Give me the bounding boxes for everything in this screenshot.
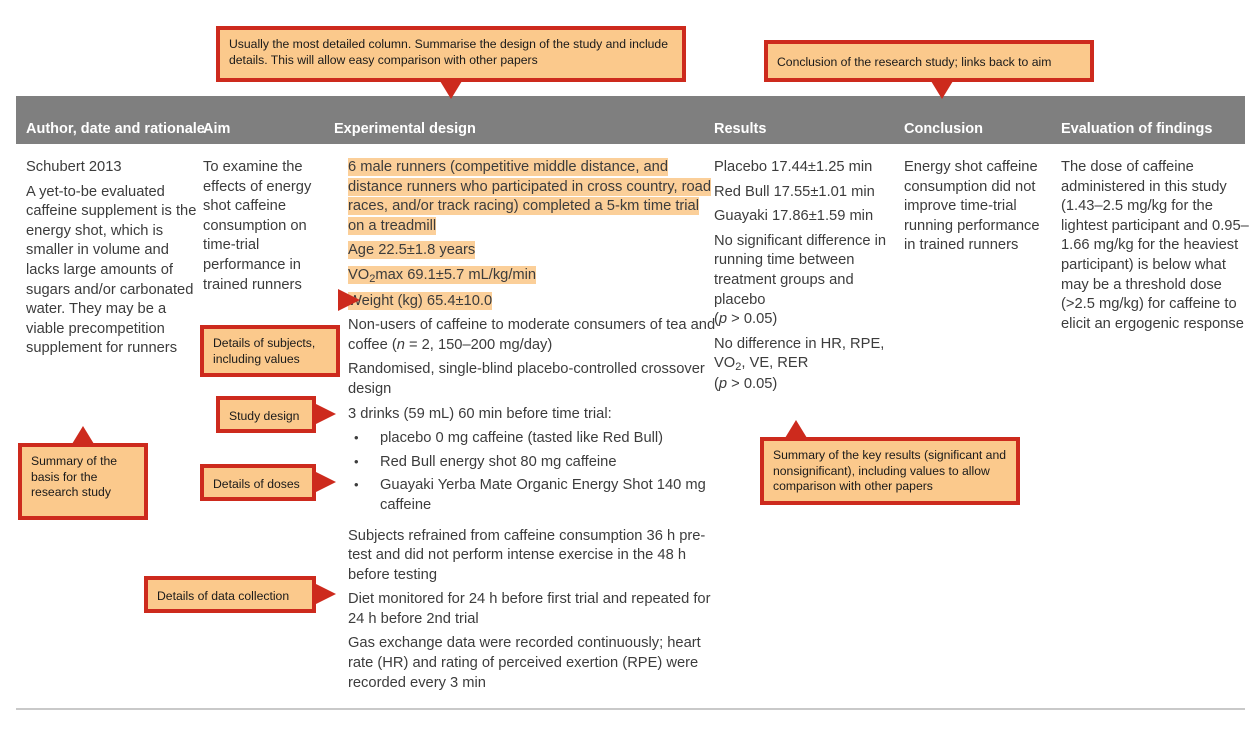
callout-pointer-right-data-collection — [314, 583, 336, 605]
design-caffeine-users-n: n — [396, 336, 405, 353]
design-weight-highlight: Weight (kg) 65.4±10.0 — [348, 291, 718, 312]
conclusion-text: Energy shot caffeine consumption did not… — [904, 159, 1040, 254]
cell-conclusion: Energy shot caffeine consumption did not… — [904, 158, 1049, 256]
column-header-aim-label: Aim — [203, 121, 231, 137]
bottom-divider — [16, 708, 1245, 710]
results-hr-b: , VE, RER — [741, 355, 809, 372]
callout-details-of-data-collection: Details of data collection — [144, 576, 316, 613]
column-header-evaluation-label: Evaluation of findings — [1061, 121, 1213, 137]
cell-evaluation: The dose of caffeine administered in thi… — [1061, 158, 1251, 334]
callout-study-design-text: Study design — [229, 409, 300, 423]
design-study-design-text: Randomised, single-blind placebo-control… — [348, 361, 705, 397]
results-vo2-subscript: 2 — [735, 361, 742, 374]
callout-pointer-up-key-results — [785, 420, 807, 438]
design-vo2max-highlight: VO2max 69.1±5.7 mL/kg/min — [348, 265, 718, 287]
evaluation-text: The dose of caffeine administered in thi… — [1061, 159, 1249, 332]
callout-details-of-subjects: Details of subjects, including values — [200, 325, 340, 377]
design-age-text: Age 22.5±1.8 years — [348, 241, 476, 260]
column-header-aim: Aim — [203, 121, 323, 138]
design-caffeine-users: Non-users of caffeine to moderate consum… — [348, 316, 718, 355]
design-measurements-text: Gas exchange data were recorded continuo… — [348, 635, 701, 691]
column-header-results-label: Results — [714, 121, 767, 137]
results-no-significant-difference: No significant difference in running tim… — [714, 232, 894, 330]
cell-experimental-design: 6 male runners (competitive middle dista… — [348, 158, 718, 693]
callout-pointer-right-study-design — [314, 403, 336, 425]
design-vo2max-suffix: max 69.1±5.7 mL/kg/min — [375, 266, 537, 283]
results-p-close: > 0.05) — [727, 311, 778, 328]
column-header-evaluation: Evaluation of findings — [1061, 121, 1241, 138]
callout-summary-of-key-results: Summary of the key results (significant … — [760, 437, 1020, 505]
results-p2-symbol: p — [718, 375, 728, 392]
callout-pointer-down-conclusion — [931, 81, 953, 99]
author-citation: Schubert 2013 — [26, 159, 122, 175]
callout-pointer-right-subjects — [338, 289, 360, 311]
callout-details-of-data-collection-text: Details of data collection — [157, 589, 290, 603]
callout-summary-of-basis-text: Summary of the basis for the research st… — [31, 454, 118, 499]
results-redbull: Red Bull 17.55±1.01 min — [714, 183, 875, 200]
column-header-author-label: Author, date and rationale — [26, 121, 205, 137]
callout-experimental-design-text: Usually the most detailed column. Summar… — [229, 37, 668, 67]
callout-conclusion: Conclusion of the research study; links … — [764, 40, 1094, 82]
callout-summary-of-basis: Summary of the basis for the research st… — [18, 443, 148, 520]
comparison-table: Author, date and rationale Aim Experimen… — [16, 96, 1249, 718]
design-vo2max-prefix: VO — [348, 266, 370, 283]
author-rationale-text: A yet-to-be evaluated caffeine supplemen… — [26, 183, 197, 357]
callout-pointer-right-doses — [314, 471, 336, 493]
column-header-experimental-design: Experimental design — [334, 121, 664, 138]
design-drinks-intro: 3 drinks (59 mL) 60 min before time tria… — [348, 405, 612, 422]
callout-details-of-subjects-text: Details of subjects, including values — [213, 336, 316, 366]
column-header-conclusion-label: Conclusion — [904, 121, 983, 137]
design-caffeine-users-b: = 2, 150–200 mg/day) — [404, 336, 553, 353]
design-vo2max-subscript: 2 — [369, 272, 376, 285]
list-item: Red Bull energy shot 80 mg caffeine — [348, 452, 718, 473]
results-p-symbol: p — [718, 311, 728, 328]
cell-results: Placebo 17.44±1.25 min Red Bull 17.55±1.… — [714, 158, 894, 395]
design-doses-list: placebo 0 mg caffeine (tasted like Red B… — [348, 428, 718, 515]
callout-study-design: Study design — [216, 396, 316, 433]
table-header-row: Author, date and rationale Aim Experimen… — [16, 96, 1245, 144]
column-header-author: Author, date and rationale — [26, 121, 206, 138]
callout-details-of-doses-text: Details of doses — [213, 477, 300, 491]
callout-pointer-down-design — [440, 81, 462, 99]
design-subjects-text: 6 male runners (competitive middle dista… — [348, 158, 712, 235]
column-header-experimental-design-label: Experimental design — [334, 121, 476, 137]
callout-summary-of-key-results-text: Summary of the key results (significant … — [773, 448, 1007, 493]
design-abstinence-text: Subjects refrained from caffeine consump… — [348, 527, 706, 583]
cell-author-rationale: Schubert 2013 A yet-to-be evaluated caff… — [26, 158, 204, 359]
results-no-difference-hr: No difference in HR, RPE, VO2, VE, RER (p… — [714, 335, 894, 395]
callout-conclusion-text: Conclusion of the research study; links … — [777, 55, 1052, 69]
column-header-conclusion: Conclusion — [904, 121, 1054, 138]
table-body: Schubert 2013 A yet-to-be evaluated caff… — [16, 144, 1249, 718]
callout-pointer-up-basis — [72, 426, 94, 444]
list-item: Guayaki Yerba Mate Organic Energy Shot 1… — [348, 475, 718, 515]
design-subjects-highlight: 6 male runners (competitive middle dista… — [348, 158, 718, 236]
aim-text: To examine the effects of energy shot ca… — [203, 159, 312, 293]
design-weight-text: Weight (kg) 65.4±10.0 — [348, 291, 493, 310]
results-guayaki: Guayaki 17.86±1.59 min — [714, 208, 874, 225]
design-age-highlight: Age 22.5±1.8 years — [348, 241, 718, 261]
results-placebo: Placebo 17.44±1.25 min — [714, 159, 873, 175]
list-item: placebo 0 mg caffeine (tasted like Red B… — [348, 428, 718, 449]
design-diet-text: Diet monitored for 24 h before first tri… — [348, 591, 711, 627]
column-header-results: Results — [714, 121, 884, 138]
callout-experimental-design: Usually the most detailed column. Summar… — [216, 26, 686, 82]
cell-aim: To examine the effects of energy shot ca… — [203, 158, 328, 295]
callout-details-of-doses: Details of doses — [200, 464, 316, 501]
results-no-significant-difference-text: No significant difference in running tim… — [714, 232, 886, 308]
results-p2-close: > 0.05) — [727, 375, 778, 392]
